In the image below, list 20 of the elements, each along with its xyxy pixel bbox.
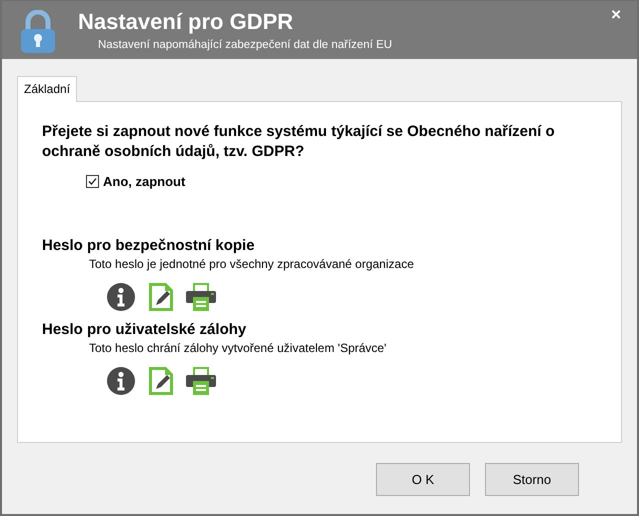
- printer-icon[interactable]: [186, 283, 216, 311]
- edit-icon[interactable]: [146, 367, 176, 395]
- edit-icon[interactable]: [146, 283, 176, 311]
- info-icon[interactable]: [106, 367, 136, 395]
- section-description: Toto heslo je jednotné pro všechny zpracovávané organizace: [89, 257, 415, 271]
- close-button[interactable]: ×: [609, 5, 623, 25]
- ok-button[interactable]: O K: [376, 463, 470, 496]
- cancel-button[interactable]: Storno: [485, 463, 579, 496]
- question-text: Přejete si zapnout nové funkce systému týkající se Obecného nařízení o ochraně osobních údajů, tzv. GDPR?: [42, 122, 556, 162]
- checkbox[interactable]: [86, 175, 99, 188]
- window-title: Nastavení pro GDPR: [78, 9, 294, 35]
- checkbox-label: Ano, zapnout: [103, 174, 186, 189]
- section-description: Toto heslo chrání zálohy vytvořené uživatelem 'Správce': [89, 341, 388, 355]
- window-subtitle: Nastavení napomáhající zabezpečení dat dle nařízení EU: [98, 39, 392, 51]
- padlock-icon: [20, 10, 56, 54]
- info-icon[interactable]: [106, 283, 136, 311]
- printer-icon[interactable]: [186, 367, 216, 395]
- section-title: Heslo pro bezpečnostní kopie: [42, 237, 256, 254]
- tab[interactable]: Základní: [17, 76, 78, 102]
- section-title: Heslo pro uživatelské zálohy: [42, 321, 248, 338]
